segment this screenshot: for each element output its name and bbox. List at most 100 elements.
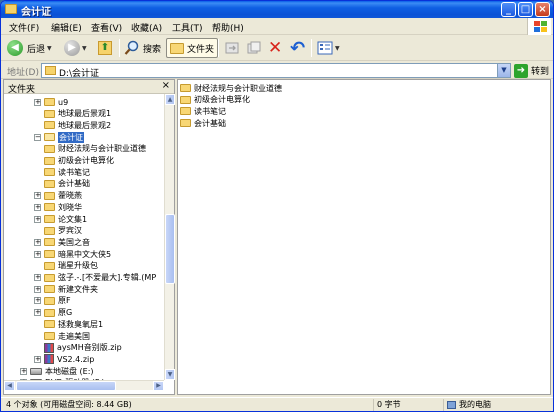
address-dropdown-button[interactable]: ▼	[497, 64, 510, 77]
forward-button[interactable]: ▶ ▼	[64, 38, 87, 58]
expand-icon[interactable]: +	[34, 98, 41, 106]
folders-button[interactable]: 文件夹	[166, 38, 219, 58]
back-button[interactable]: ◀ 后退 ▼	[7, 38, 52, 58]
tree-item[interactable]: 拯救臭氧层1	[34, 318, 103, 330]
list-item[interactable]: 财经法规与会计职业道德	[180, 82, 282, 94]
tree-item[interactable]: + 论文集1	[34, 213, 87, 225]
copy-to-button[interactable]	[246, 38, 262, 58]
undo-button[interactable]: ↶	[290, 38, 305, 59]
menu-tools[interactable]: 工具(T)	[172, 21, 203, 34]
folder-icon	[44, 215, 55, 223]
folder-icon	[44, 250, 55, 259]
expand-icon[interactable]: +	[34, 274, 41, 281]
tree-item[interactable]: + 原G	[34, 307, 72, 319]
tree-item[interactable]: + 新建文件夹	[34, 283, 98, 295]
menu-edit[interactable]: 编辑(E)	[51, 21, 82, 34]
expand-icon[interactable]: +	[34, 285, 41, 293]
menu-file[interactable]: 文件(F)	[9, 21, 39, 34]
tree-item[interactable]: + 藿晓燕	[34, 190, 82, 202]
list-item-label: 读书笔记	[194, 106, 226, 116]
tree-item-label: 会计证	[58, 131, 84, 143]
collapse-icon[interactable]: −	[34, 133, 41, 141]
tree-item-label: 读书笔记	[58, 167, 90, 177]
list-item[interactable]: 初级会计电算化	[180, 94, 250, 106]
vertical-scrollbar[interactable]: ▲ ▼	[164, 94, 175, 380]
scroll-thumb[interactable]	[16, 381, 116, 391]
views-button[interactable]: ▼	[317, 38, 340, 58]
scroll-right-button[interactable]: ▶	[153, 381, 164, 391]
tree-item-label: 原G	[58, 308, 73, 318]
menu-help[interactable]: 帮助(H)	[212, 21, 244, 34]
tree-item[interactable]: 会计基础	[44, 178, 90, 190]
tree-item[interactable]: 瑞星升级包	[34, 260, 98, 272]
tree-item[interactable]: 地球最后景观1	[34, 108, 111, 120]
tree-item[interactable]: − 会计证	[34, 131, 84, 143]
delete-button[interactable]: ✕	[268, 38, 282, 58]
horizontal-scrollbar[interactable]: ◀ ▶	[4, 380, 164, 391]
tree-item[interactable]: 财经法规与会计职业道德	[44, 143, 146, 155]
scroll-thumb[interactable]	[165, 214, 175, 284]
expand-icon[interactable]: +	[34, 250, 41, 258]
search-label: 搜索	[143, 44, 162, 55]
expand-icon[interactable]: +	[34, 238, 41, 246]
list-item-label: 财经法规与会计职业道德	[194, 83, 282, 93]
scroll-left-button[interactable]: ◀	[4, 381, 15, 391]
toolbar-separator	[218, 39, 219, 57]
title-bar[interactable]: 会计证 _ □ ×	[1, 1, 553, 18]
close-button[interactable]: ×	[535, 2, 550, 17]
tree-item-label: 初级会计电算化	[58, 156, 114, 165]
folder-icon	[44, 144, 55, 153]
file-list-pane: 财经法规与会计职业道德 初级会计电算化 读书笔记会计基础	[177, 79, 551, 395]
tree-item-label: 刘晓华	[58, 202, 82, 212]
tree-item-label: aysMH音别版.zip	[57, 343, 122, 353]
tree-item[interactable]: + 暗黑中文大侠5	[34, 248, 111, 260]
tree-item[interactable]: + u9	[34, 96, 68, 108]
scroll-up-button[interactable]: ▲	[165, 94, 175, 105]
close-icon[interactable]: ×	[162, 80, 170, 91]
expand-icon[interactable]: +	[34, 203, 41, 211]
tree-item[interactable]: + 原F	[34, 295, 71, 307]
status-object-count: 4 个对象 (可用磁盘空间: 8.44 GB)	[6, 400, 132, 409]
list-item[interactable]: 会计基础	[180, 117, 226, 129]
tree-item[interactable]: 初级会计电算化	[44, 155, 114, 167]
tree-item[interactable]: 读书笔记	[44, 166, 90, 178]
search-icon	[124, 40, 139, 55]
zip-archive-icon	[44, 342, 54, 353]
chevron-down-icon: ▼	[335, 44, 340, 52]
expand-icon[interactable]: +	[20, 367, 27, 375]
up-button[interactable]: ⬆	[98, 38, 112, 58]
tree-item[interactable]: + 本地磁盘 (E:)	[20, 365, 94, 377]
toolbar-separator	[311, 39, 312, 57]
search-button[interactable]: 搜索	[124, 38, 161, 58]
menu-favorites[interactable]: 收藏(A)	[131, 21, 162, 34]
go-button[interactable]: ➜ 转到	[514, 63, 549, 78]
tree-item[interactable]: + 弦子.-.[不爱最大].专辑.(MP	[34, 272, 156, 284]
expand-icon[interactable]: +	[34, 309, 41, 317]
back-label: 后退	[27, 44, 46, 55]
menu-view[interactable]: 查看(V)	[91, 21, 122, 34]
minimize-button[interactable]: _	[501, 2, 516, 17]
maximize-button[interactable]: □	[518, 2, 533, 17]
expand-icon[interactable]: +	[34, 297, 41, 305]
tree-item[interactable]: 地球最后景观2	[34, 119, 111, 131]
address-input[interactable]: D:\会计证 ▼	[41, 63, 511, 79]
tree-item[interactable]: + VS2.4.zip	[34, 353, 94, 365]
expand-icon[interactable]: +	[34, 355, 41, 363]
expand-icon[interactable]: +	[34, 215, 41, 223]
list-item[interactable]: 读书笔记	[180, 105, 226, 117]
menu-bar: 文件(F) 编辑(E) 查看(V) 收藏(A) 工具(T) 帮助(H)	[1, 18, 553, 35]
explorer-window: 会计证 _ □ × 文件(F) 编辑(E) 查看(V) 收藏(A) 工具(T) …	[0, 0, 554, 412]
tree-item[interactable]: aysMH音别版.zip	[34, 342, 122, 354]
tree-item[interactable]: + 美国之音	[34, 236, 90, 248]
list-item-label: 会计基础	[194, 118, 226, 128]
move-to-icon	[225, 42, 239, 54]
move-to-button[interactable]	[224, 38, 240, 58]
chevron-down-icon: ▼	[82, 44, 87, 52]
tree-item[interactable]: 罗宾汉	[34, 225, 82, 237]
tree-item[interactable]: + 刘晓华	[34, 201, 82, 213]
go-label: 转到	[531, 67, 550, 77]
scroll-down-button[interactable]: ▼	[165, 369, 175, 380]
chevron-down-icon: ▼	[47, 44, 52, 52]
expand-icon[interactable]: +	[34, 192, 41, 200]
tree-item[interactable]: 走遍美国	[34, 330, 90, 342]
